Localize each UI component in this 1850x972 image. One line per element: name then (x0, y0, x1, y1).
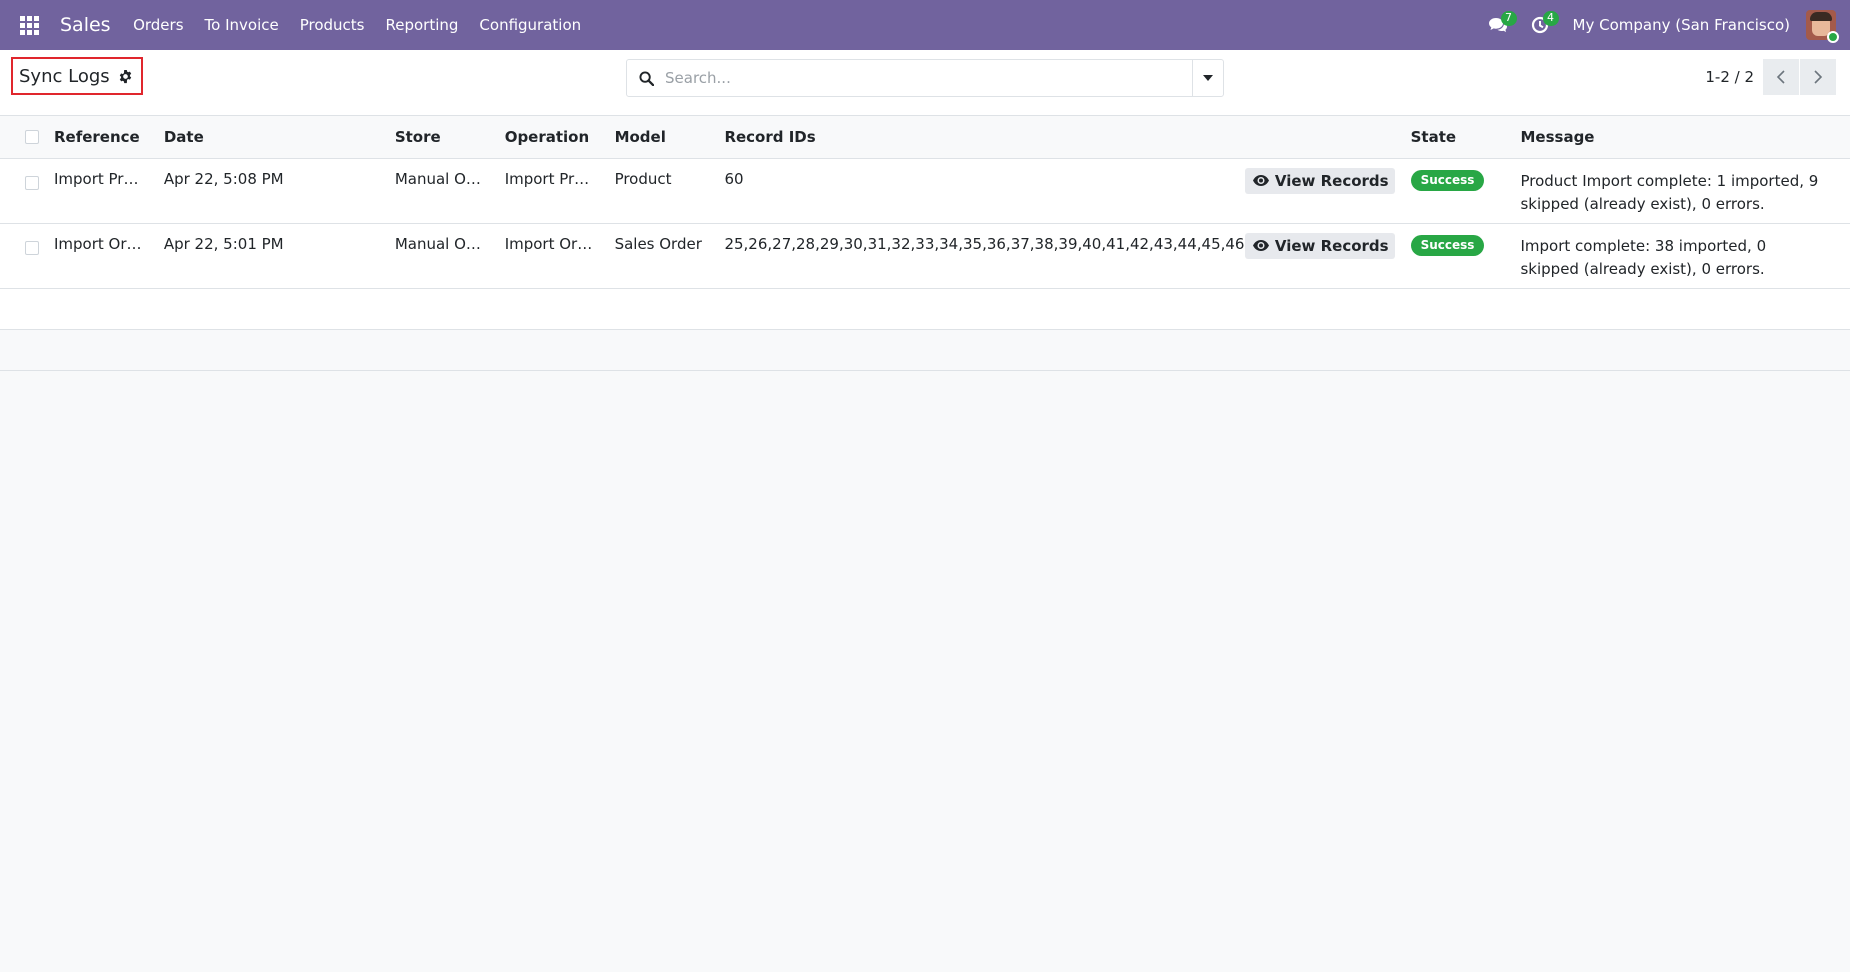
cell-store: Manual O… (394, 234, 481, 253)
search-input[interactable] (665, 61, 1192, 95)
breadcrumb: Sync Logs (11, 57, 143, 95)
menu-item-to-invoice[interactable]: To Invoice (194, 16, 289, 34)
online-status-dot (1827, 31, 1839, 43)
search-options-toggle[interactable] (1192, 60, 1223, 96)
eye-icon (1252, 240, 1269, 251)
chevron-left-icon (1776, 70, 1785, 84)
pager: 1-2 / 2 (1705, 59, 1836, 95)
view-records-button[interactable]: View Records (1244, 167, 1395, 194)
pager-previous-button[interactable] (1763, 59, 1799, 95)
column-header-date[interactable]: Date (156, 116, 387, 158)
app-menu-button[interactable] (0, 0, 58, 50)
user-avatar[interactable] (1806, 10, 1839, 43)
grid-icon (19, 15, 39, 35)
eye-icon (1252, 175, 1269, 186)
menu-item-orders[interactable]: Orders (123, 16, 194, 34)
column-header-state[interactable]: State (1403, 116, 1513, 158)
empty-row (0, 329, 1850, 370)
select-all-checkbox[interactable] (25, 129, 39, 144)
cell-model: Sales Order (614, 234, 702, 253)
status-badge: Success (1410, 169, 1485, 191)
cell-record-ids: 25,26,27,28,29,30,31,32,33,34,35,36,37,3… (716, 223, 1402, 288)
cell-state: Success (1403, 223, 1513, 288)
row-checkbox[interactable] (25, 240, 39, 255)
column-header-model[interactable]: Model (607, 116, 717, 158)
column-header-store[interactable]: Store (387, 116, 497, 158)
column-header-record-ids[interactable]: Record IDs (716, 116, 1402, 158)
company-switcher[interactable]: My Company (San Francisco) (1573, 16, 1790, 34)
chevron-right-icon (1814, 70, 1823, 84)
view-records-label: View Records (1274, 236, 1389, 255)
cell-message: Import complete: 38 imported, 0 skipped … (1520, 236, 1767, 278)
record-ids-text: 60 (724, 169, 744, 188)
column-header-reference[interactable]: Reference (46, 116, 156, 158)
row-checkbox[interactable] (25, 175, 39, 190)
menu-item-configuration[interactable]: Configuration (469, 16, 592, 34)
table-header-row: Reference Date Store Operation Model Rec… (0, 116, 1850, 158)
cell-store: Manual O… (394, 169, 481, 188)
cell-record-ids: 60 View Records (716, 158, 1402, 223)
cell-reference: Import Or… (53, 234, 142, 253)
cell-operation: Import Pr… (504, 169, 590, 188)
app-name[interactable]: Sales (58, 14, 123, 36)
pager-next-button[interactable] (1800, 59, 1836, 95)
search-icon (627, 60, 665, 96)
menu-item-reporting[interactable]: Reporting (375, 16, 469, 34)
messages-button[interactable]: 7 (1479, 0, 1517, 50)
cell-state: Success (1403, 158, 1513, 223)
view-records-button[interactable]: View Records (1244, 232, 1395, 259)
status-badge: Success (1410, 234, 1485, 256)
cell-message: Product Import complete: 1 imported, 9 s… (1520, 171, 1819, 213)
activities-button[interactable]: 4 (1521, 0, 1559, 50)
gear-icon[interactable] (118, 69, 133, 84)
select-all-cell (0, 116, 46, 158)
cell-date: Apr 22, 5:08 PM (163, 169, 284, 188)
sync-logs-list: Reference Date Store Operation Model Rec… (0, 116, 1850, 371)
column-header-operation[interactable]: Operation (497, 116, 607, 158)
pager-value[interactable]: 1-2 / 2 (1705, 68, 1754, 86)
menu-item-products[interactable]: Products (289, 16, 375, 34)
view-records-label: View Records (1274, 171, 1389, 190)
caret-down-icon (1203, 75, 1213, 81)
cell-operation: Import Or… (504, 234, 593, 253)
cell-model: Product (614, 169, 672, 188)
cell-date: Apr 22, 5:01 PM (163, 234, 284, 253)
search-bar (626, 59, 1224, 97)
top-navbar: Sales Orders To Invoice Products Reporti… (0, 0, 1850, 50)
control-panel: Sync Logs 1-2 / 2 (0, 50, 1850, 116)
messages-count-badge: 7 (1500, 11, 1517, 26)
sync-logs-table: Reference Date Store Operation Model Rec… (0, 116, 1850, 371)
page-title: Sync Logs (19, 65, 110, 87)
main-menu: Orders To Invoice Products Reporting Con… (123, 0, 592, 50)
empty-row (0, 288, 1850, 329)
cell-reference: Import Pr… (53, 169, 139, 188)
table-row[interactable]: Import Or… Apr 22, 5:01 PM Manual O… Imp… (0, 223, 1850, 288)
column-header-message[interactable]: Message (1512, 116, 1850, 158)
table-row[interactable]: Import Pr… Apr 22, 5:08 PM Manual O… Imp… (0, 158, 1850, 223)
activities-count-badge: 4 (1542, 11, 1559, 26)
